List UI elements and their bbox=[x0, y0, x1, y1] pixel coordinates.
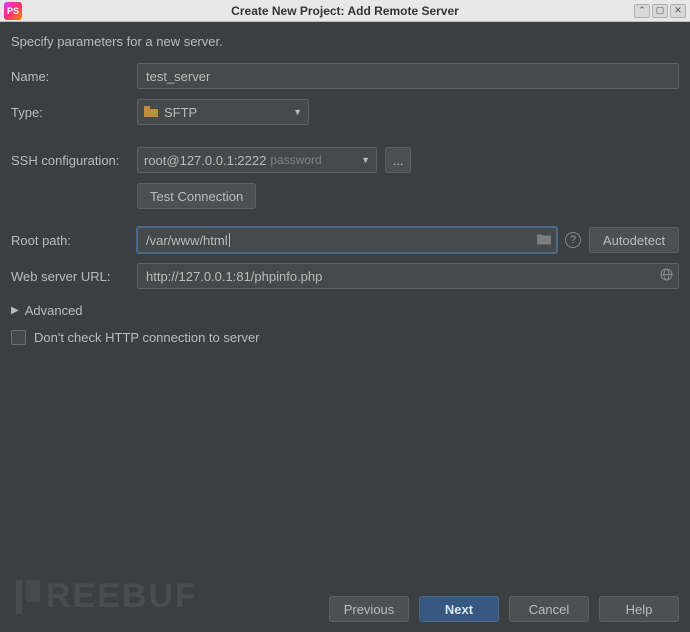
window-title: Create New Project: Add Remote Server bbox=[231, 4, 459, 18]
description-text: Specify parameters for a new server. bbox=[11, 34, 679, 49]
root-path-input[interactable]: /var/www/html bbox=[137, 227, 557, 253]
ssh-host-value: root@127.0.0.1:2222 bbox=[144, 153, 266, 168]
chevron-down-icon: ▼ bbox=[361, 155, 370, 165]
web-url-label: Web server URL: bbox=[11, 269, 129, 284]
name-input[interactable] bbox=[137, 63, 679, 89]
globe-icon[interactable] bbox=[660, 268, 673, 284]
row-web-url: Web server URL: bbox=[11, 263, 679, 289]
type-label: Type: bbox=[11, 105, 129, 120]
next-button[interactable]: Next bbox=[419, 596, 499, 622]
advanced-label: Advanced bbox=[25, 303, 83, 318]
ssh-browse-button[interactable]: ... bbox=[385, 147, 411, 173]
web-url-input[interactable] bbox=[137, 263, 679, 289]
row-type: Type: SFTP ▼ bbox=[11, 99, 679, 125]
test-connection-button[interactable]: Test Connection bbox=[137, 183, 256, 209]
dont-check-http-row: Don't check HTTP connection to server bbox=[11, 330, 679, 345]
name-label: Name: bbox=[11, 69, 129, 84]
row-root-path: Root path: /var/www/html ? Autodetect bbox=[11, 227, 679, 253]
minimize-button[interactable]: ⌃ bbox=[634, 4, 650, 18]
row-test: Test Connection bbox=[11, 183, 679, 209]
help-button[interactable]: Help bbox=[599, 596, 679, 622]
row-ssh: SSH configuration: root@127.0.0.1:2222 p… bbox=[11, 147, 679, 173]
dont-check-http-label: Don't check HTTP connection to server bbox=[34, 330, 260, 345]
advanced-toggle[interactable]: ▶ Advanced bbox=[11, 303, 83, 318]
app-icon: PS bbox=[4, 2, 22, 20]
type-value: SFTP bbox=[164, 105, 197, 120]
folder-icon[interactable] bbox=[537, 233, 551, 248]
row-name: Name: bbox=[11, 63, 679, 89]
ssh-config-combobox[interactable]: root@127.0.0.1:2222 password ▼ bbox=[137, 147, 377, 173]
chevron-down-icon: ▼ bbox=[293, 107, 302, 117]
help-icon[interactable]: ? bbox=[565, 232, 581, 248]
ssh-auth-hint: password bbox=[270, 153, 321, 167]
root-path-label: Root path: bbox=[11, 233, 129, 248]
autodetect-button[interactable]: Autodetect bbox=[589, 227, 679, 253]
triangle-right-icon: ▶ bbox=[11, 305, 19, 316]
maximize-button[interactable]: ▢ bbox=[652, 4, 668, 18]
dialog-footer: Previous Next Cancel Help bbox=[329, 596, 679, 622]
close-button[interactable]: ✕ bbox=[670, 4, 686, 18]
watermark: REEBUF bbox=[16, 577, 198, 616]
ssh-config-label: SSH configuration: bbox=[11, 153, 129, 168]
dont-check-http-checkbox[interactable] bbox=[11, 330, 26, 345]
window-controls: ⌃ ▢ ✕ bbox=[634, 4, 686, 18]
title-bar: PS Create New Project: Add Remote Server… bbox=[0, 0, 690, 22]
type-combobox[interactable]: SFTP ▼ bbox=[137, 99, 309, 125]
sftp-icon bbox=[144, 106, 158, 118]
dialog-content: Specify parameters for a new server. Nam… bbox=[0, 22, 690, 345]
previous-button[interactable]: Previous bbox=[329, 596, 409, 622]
text-caret bbox=[229, 233, 230, 247]
cancel-button[interactable]: Cancel bbox=[509, 596, 589, 622]
